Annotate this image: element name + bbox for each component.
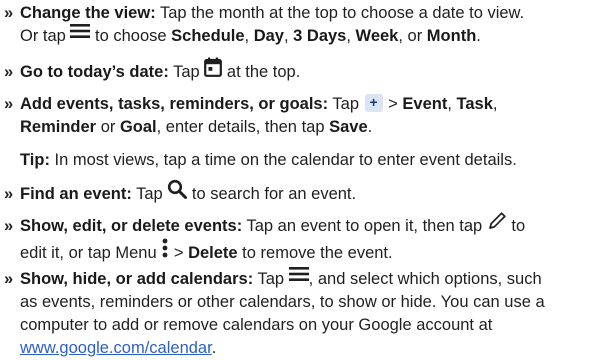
google-calendar-link[interactable]: www.google.com/calendar <box>20 339 212 357</box>
menu-icon <box>288 266 309 289</box>
bullet: » <box>4 62 14 81</box>
option-event: Event <box>402 95 448 113</box>
edit-events-text: Tap an event to open it, then tap <box>242 216 487 235</box>
edit-events-text-2: to <box>506 216 526 235</box>
sep: , <box>492 95 498 113</box>
period: . <box>367 118 373 136</box>
view-option-day: Day <box>253 27 284 45</box>
edit-events-line-1: » Show, edit, or delete events: Tap an ev… <box>4 211 612 240</box>
period: . <box>211 339 217 358</box>
view-option-schedule: Schedule <box>171 27 245 45</box>
add-events-line-1: » Add events, tasks, reminders, or goals:… <box>4 93 612 116</box>
calendars-line-2: as events, reminders or other calendars,… <box>20 293 545 312</box>
pencil-icon <box>487 211 507 238</box>
sep: , <box>346 27 356 45</box>
find-event-title: Find an event: <box>20 184 132 203</box>
option-task: Task <box>456 95 493 113</box>
view-option-week: Week <box>355 27 399 45</box>
bullet: » <box>4 184 14 203</box>
today-text: Tap <box>168 62 205 81</box>
tip-line: Tip: In most views, tap a time on the ca… <box>4 149 612 172</box>
help-document: » Change the view: Tap the month at the t… <box>0 0 615 357</box>
search-icon <box>167 179 188 206</box>
option-goal: Goal <box>119 118 157 136</box>
edit-events-text-4: > <box>169 243 189 262</box>
change-view-text-2: Or tap <box>20 27 71 45</box>
view-option-month: Month <box>426 27 477 45</box>
bullet: » <box>4 95 14 113</box>
today-item: » Go to today’s date: Tap at the top. <box>4 57 612 86</box>
bullet: » <box>4 270 14 288</box>
add-events-line-2: Reminder or Goal, enter details, then ta… <box>4 116 612 139</box>
bullet: » <box>4 216 14 235</box>
option-reminder: Reminder <box>20 118 97 136</box>
calendars-title: Show, hide, or add calendars: <box>20 270 254 288</box>
add-events-title: Add events, tasks, reminders, or goals: <box>20 95 329 113</box>
edit-events-line-2: edit it, or tap Menu > Delete to remove … <box>4 238 612 267</box>
tip-item: Tip: In most views, tap a time on the ca… <box>4 149 612 172</box>
change-view-text-3: to choose <box>90 27 172 45</box>
add-events-text-2: > <box>383 95 403 113</box>
calendars-line-3: computer to add or remove calendars on y… <box>20 316 493 335</box>
change-view-line-1: » Change the view: Tap the month at the t… <box>4 2 612 25</box>
find-event-text: Tap <box>131 184 168 203</box>
calendars-text-2: , and select which options, such <box>308 270 542 288</box>
sep: , <box>244 27 254 45</box>
more-vert-icon <box>161 238 169 265</box>
view-option-3days: 3 Days <box>293 27 347 45</box>
calendar-today-icon <box>204 57 223 84</box>
today-text-2: at the top. <box>222 62 301 81</box>
add-events-item: » Add events, tasks, reminders, or goals:… <box>4 93 612 139</box>
add-events-text-3: , enter details, then tap <box>156 118 330 136</box>
edit-events-text-3: edit it, or tap Menu <box>20 243 162 262</box>
sep: , or <box>398 27 427 45</box>
option-delete: Delete <box>188 243 238 262</box>
today-line: » Go to today’s date: Tap at the top. <box>4 57 612 86</box>
sep: , <box>283 27 294 45</box>
edit-events-text-5: to remove the event. <box>237 243 393 262</box>
change-view-title: Change the view: <box>20 4 156 22</box>
tip-title: Tip: <box>20 151 50 169</box>
edit-events-item: » Show, edit, or delete events: Tap an ev… <box>4 211 612 267</box>
tip-text: In most views, tap a time on the calenda… <box>49 151 517 169</box>
plus-icon: + <box>364 93 383 112</box>
calendars-item: » Show, hide, or add calendars: Tap , and… <box>4 266 612 360</box>
change-view-item: » Change the view: Tap the month at the t… <box>4 2 612 48</box>
option-save: Save <box>329 118 368 136</box>
calendars-text: Tap <box>253 270 289 288</box>
find-event-item: » Find an event: Tap to search for an eve… <box>4 179 612 208</box>
period: . <box>476 27 481 45</box>
today-title: Go to today’s date: <box>20 62 169 81</box>
add-events-text: Tap <box>328 95 364 113</box>
change-view-line-2: Or tap to choose Schedule, Day, 3 Days , … <box>4 23 612 48</box>
edit-events-title: Show, edit, or delete events: <box>20 216 243 235</box>
bullet: » <box>4 4 14 22</box>
find-event-line: » Find an event: Tap to search for an eve… <box>4 179 612 208</box>
calendars-line-1: » Show, hide, or add calendars: Tap , and… <box>4 266 612 291</box>
sep: , <box>447 95 457 113</box>
menu-icon <box>70 23 91 46</box>
change-view-text: Tap the month at the top to choose a dat… <box>155 4 525 22</box>
sep: or <box>96 118 120 136</box>
find-event-text-2: to search for an event. <box>187 184 357 203</box>
